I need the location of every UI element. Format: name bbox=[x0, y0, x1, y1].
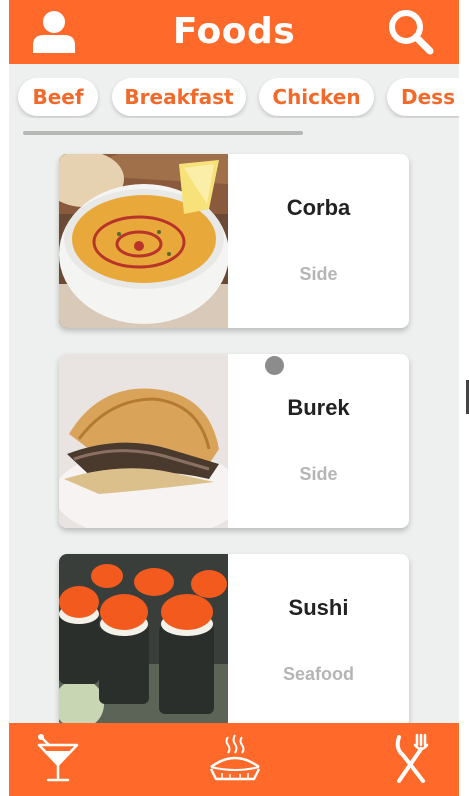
app-header: Foods bbox=[9, 0, 459, 64]
touch-indicator bbox=[265, 356, 284, 375]
bottom-navigation bbox=[9, 723, 459, 796]
category-chip-beef[interactable]: Beef bbox=[18, 78, 98, 116]
fork-knife-icon[interactable] bbox=[393, 733, 429, 783]
food-name: Corba bbox=[286, 195, 351, 220]
food-image-corba bbox=[59, 154, 228, 328]
category-chip-list: Beef Breakfast Chicken Dess bbox=[9, 78, 459, 118]
food-category: Side bbox=[299, 464, 338, 484]
category-scrollbar[interactable] bbox=[23, 131, 303, 135]
category-chip-breakfast[interactable]: Breakfast bbox=[112, 78, 246, 116]
food-image-burek bbox=[59, 354, 228, 528]
food-image-sushi bbox=[59, 554, 228, 728]
pie-icon[interactable] bbox=[208, 733, 262, 783]
search-icon[interactable] bbox=[387, 8, 435, 56]
food-category: Side bbox=[299, 264, 338, 284]
category-chip-chicken[interactable]: Chicken bbox=[259, 78, 374, 116]
category-chip-dessert[interactable]: Dess bbox=[387, 78, 459, 116]
app-screen: Foods Beef Breakfast Chicken Dess Corba … bbox=[9, 0, 459, 796]
food-card-corba[interactable]: Corba Side bbox=[59, 154, 409, 328]
cocktail-icon[interactable] bbox=[37, 733, 79, 785]
food-category: Seafood bbox=[282, 664, 354, 684]
food-card-burek[interactable]: Burek Side bbox=[59, 354, 409, 528]
food-card-sushi[interactable]: Sushi Seafood bbox=[59, 554, 409, 728]
food-name: Sushi bbox=[288, 595, 349, 620]
food-name: Burek bbox=[287, 395, 350, 420]
